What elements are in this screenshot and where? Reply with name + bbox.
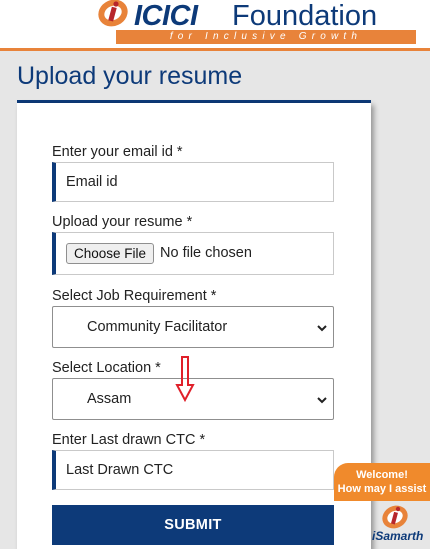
location-value: Assam (87, 391, 132, 407)
ctc-placeholder: Last Drawn CTC (66, 462, 174, 478)
email-label: Enter your email id * (52, 144, 183, 160)
job-requirement-select[interactable]: Community Facilitator (52, 306, 334, 348)
chat-widget[interactable]: Welcome! How may I assist iSamarth (334, 463, 430, 549)
choose-file-button[interactable]: Choose File (66, 243, 155, 264)
page-title: Upload your resume (17, 62, 243, 90)
icici-logo-icon (98, 0, 128, 27)
chevron-down-icon (317, 397, 327, 404)
chat-greeting: Welcome! (356, 469, 408, 481)
icici-foundation-logo[interactable]: ICICI Foundation for Inclusive Growth (96, 0, 421, 46)
logo-tagline: for Inclusive Growth (116, 30, 416, 44)
logo-brand-text: ICICI (134, 0, 198, 32)
email-placeholder: Email id (66, 174, 118, 190)
chat-bubble[interactable]: Welcome! How may I assist (334, 463, 430, 501)
submit-button[interactable]: SUBMIT (52, 505, 334, 545)
ctc-label: Enter Last drawn CTC * (52, 432, 206, 448)
chevron-down-icon (317, 325, 327, 332)
location-label: Select Location * (52, 360, 161, 376)
logo-foundation-text: Foundation (232, 0, 378, 32)
file-status: No file chosen (160, 245, 252, 261)
isamarth-logo-icon (382, 505, 408, 529)
ctc-input[interactable]: Last Drawn CTC (52, 450, 334, 490)
header-divider (0, 48, 430, 51)
red-down-arrow-icon (175, 356, 195, 402)
chat-prompt: How may I assist (337, 483, 427, 495)
site-header: ICICI Foundation for Inclusive Growth (0, 0, 430, 51)
resume-file-input[interactable]: Choose File No file chosen (52, 232, 334, 275)
chat-brand: iSamarth (372, 529, 424, 543)
job-requirement-value: Community Facilitator (87, 319, 228, 335)
email-input[interactable]: Email id (52, 162, 334, 202)
job-requirement-label: Select Job Requirement * (52, 288, 217, 304)
resume-label: Upload your resume * (52, 214, 193, 230)
